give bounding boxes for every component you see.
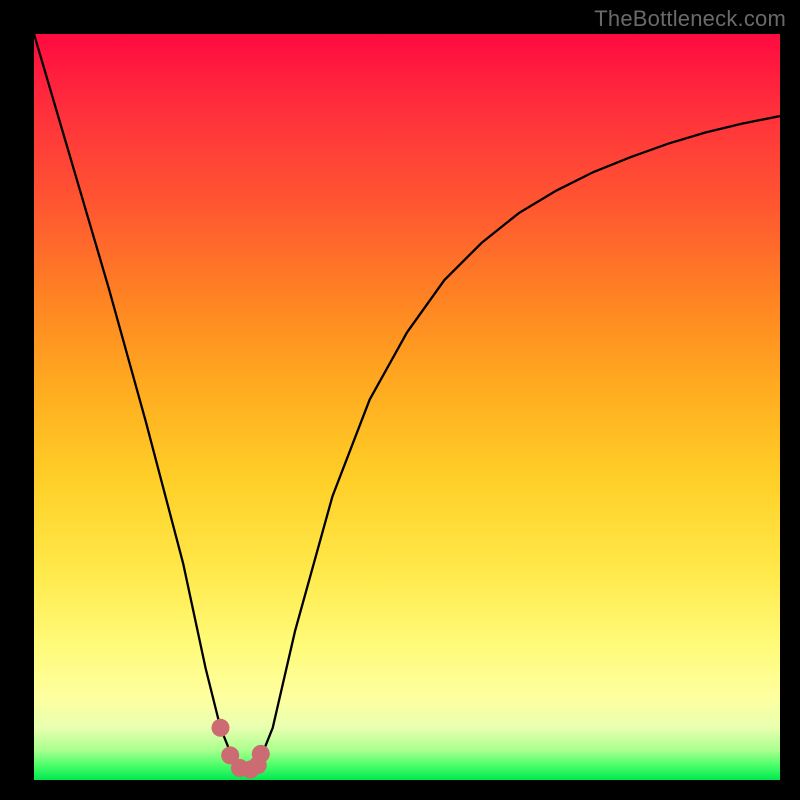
plot-area [34, 34, 780, 780]
curve-layer [34, 34, 780, 780]
bottleneck-curve [34, 34, 780, 773]
valley-marker [212, 719, 230, 737]
chart-frame: TheBottleneck.com [0, 0, 800, 800]
attribution-watermark: TheBottleneck.com [594, 6, 786, 32]
valley-markers [212, 719, 270, 779]
valley-marker [252, 745, 270, 763]
